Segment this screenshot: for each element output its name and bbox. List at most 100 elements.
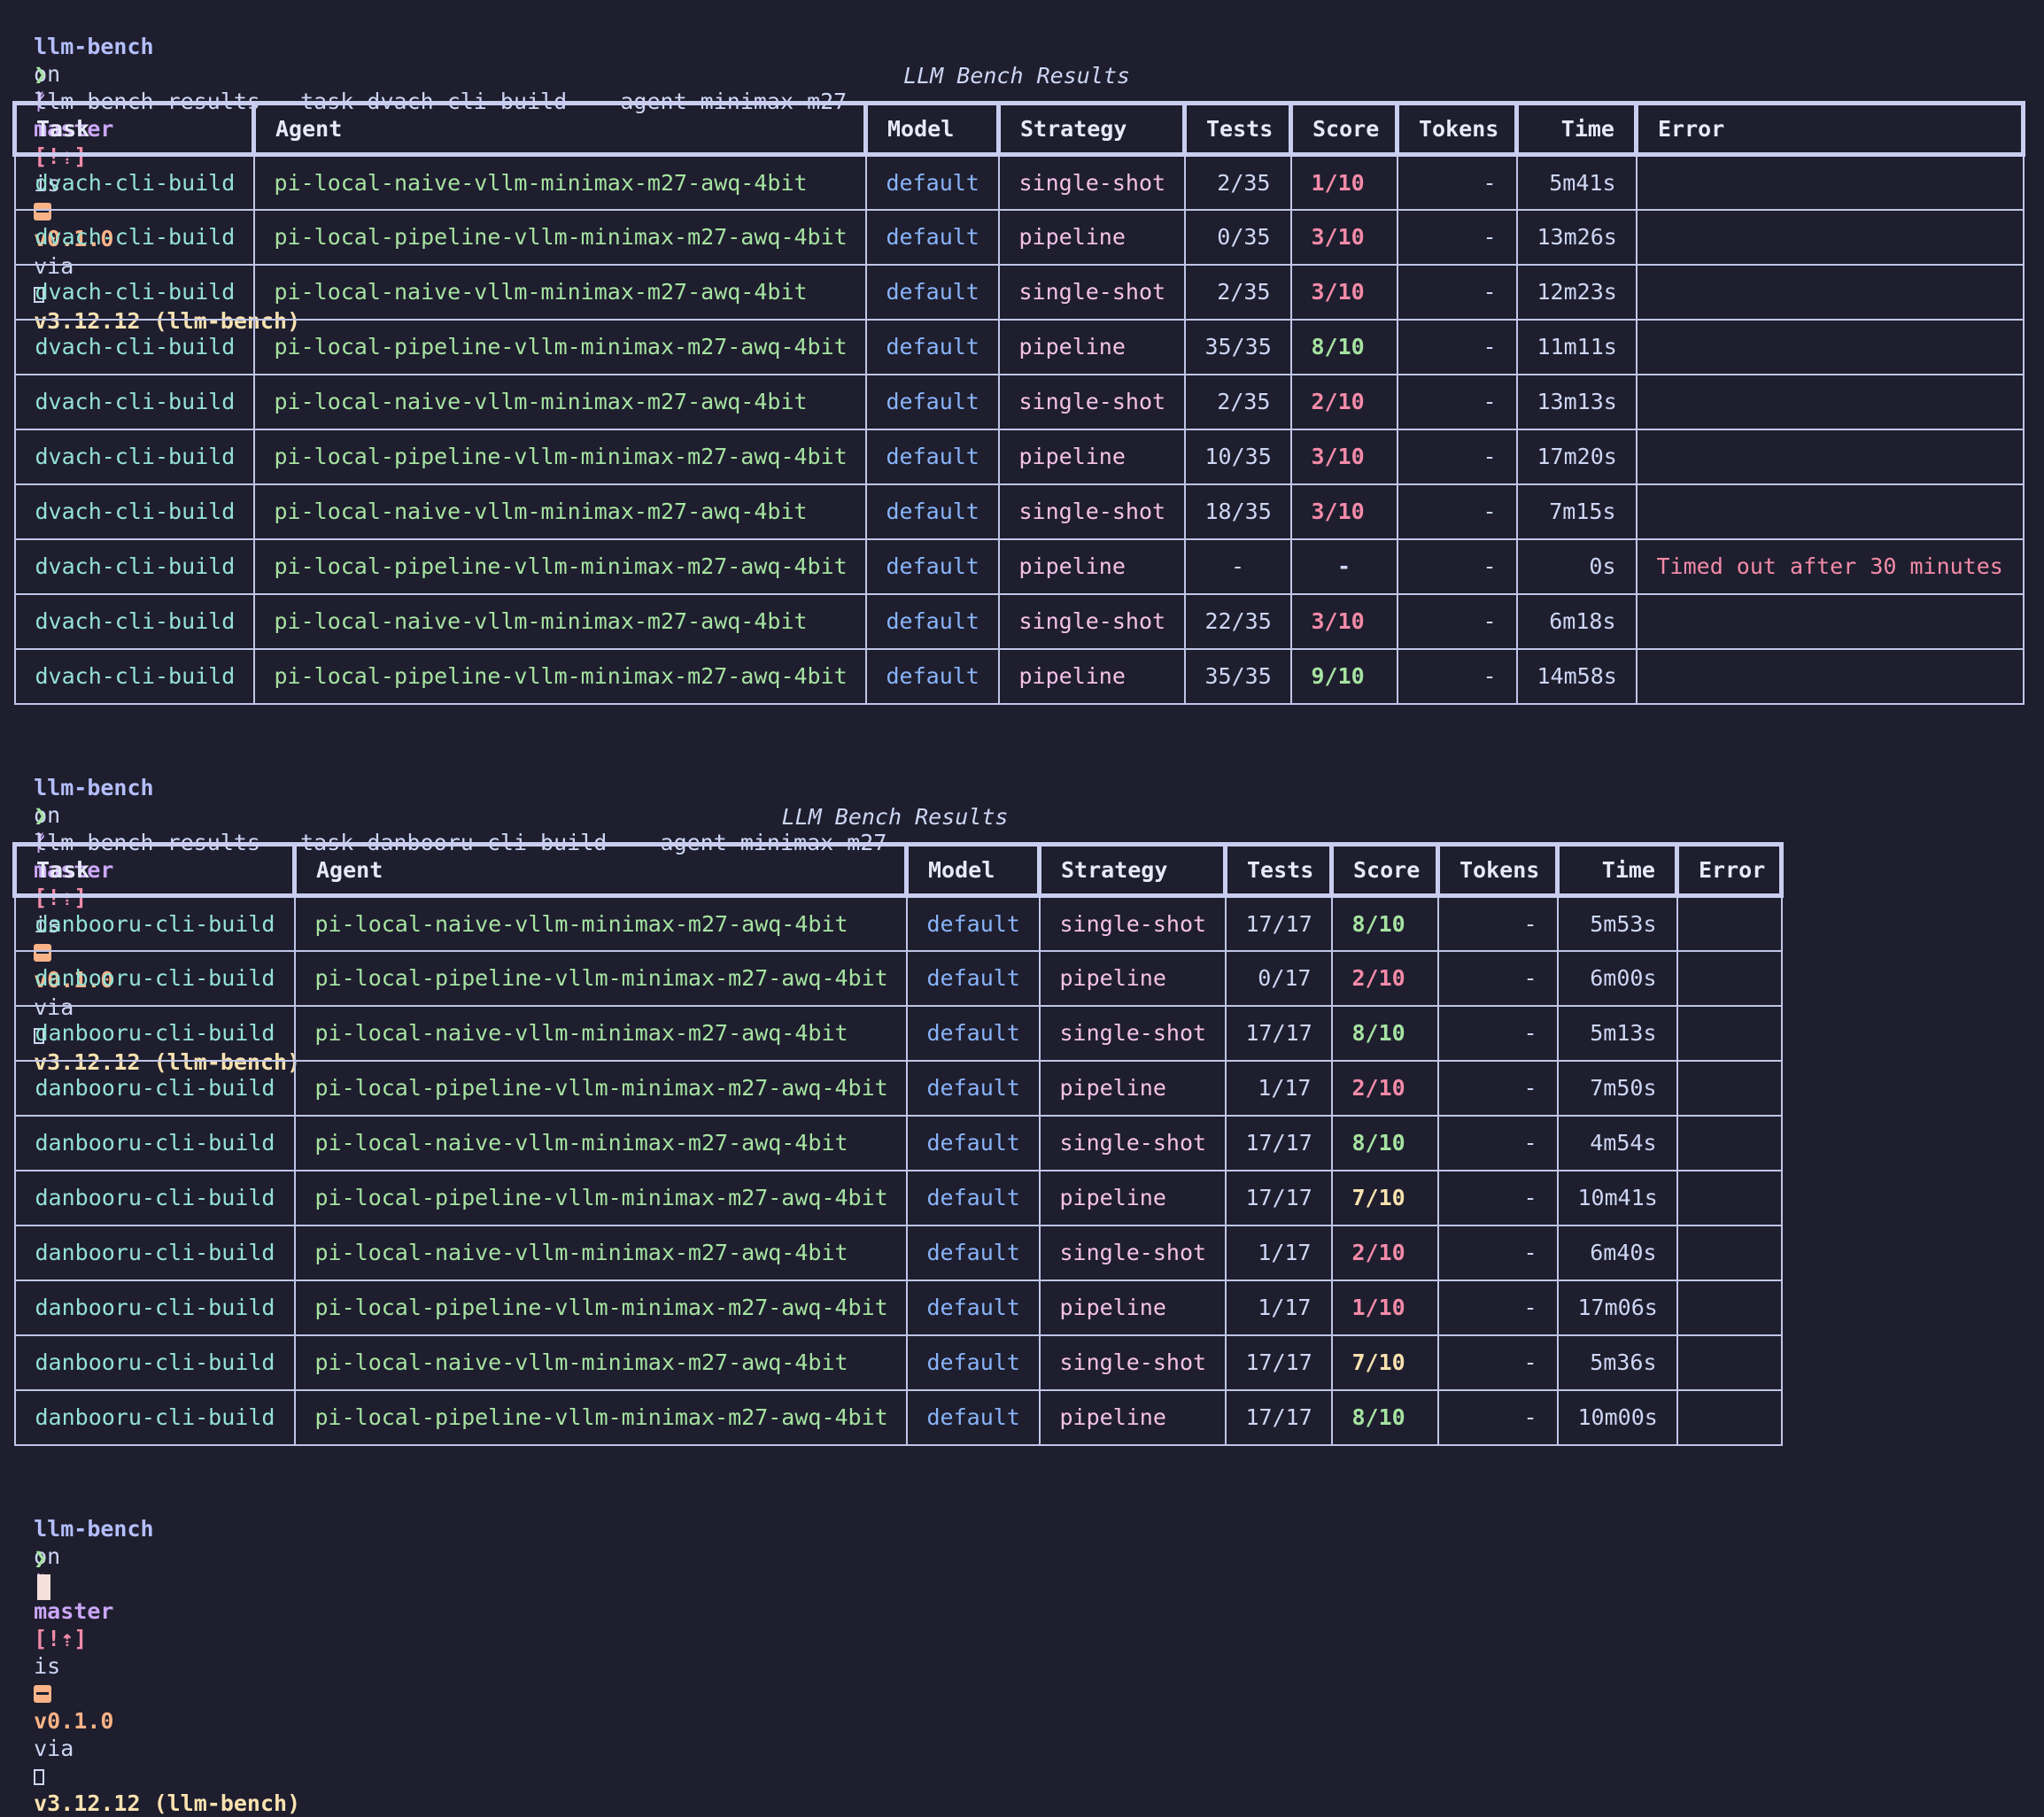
tests-cell: 22/35: [1183, 592, 1292, 650]
header-task[interactable]: Task: [12, 101, 256, 157]
agent-cell: pi-local-naive-vllm-minimax-m27-awq-4bit: [252, 483, 867, 540]
agent-cell: pi-local-pipeline-vllm-minimax-m27-awq-4…: [252, 647, 867, 705]
score-cell: 8/10: [1330, 894, 1439, 952]
error-cell: [1676, 949, 1783, 1007]
model-cell: default: [905, 1004, 1041, 1062]
table-row: dvach-cli-build pi-local-naive-vllm-minim…: [13, 483, 2025, 540]
header-agent[interactable]: Agent: [292, 842, 909, 898]
table-row: dvach-cli-build pi-local-naive-vllm-minim…: [13, 373, 2025, 430]
strategy-cell: pipeline: [1038, 1169, 1227, 1226]
tests-cell: 17/17: [1224, 1004, 1333, 1062]
shell-prompt-line: llm-bench on ᚠ master [!⇡] is v0.1.0 via…: [7, 1488, 300, 1816]
score-cell: 8/10: [1330, 1004, 1439, 1062]
strategy-cell: single-shot: [1038, 1334, 1227, 1391]
input-line[interactable]: ❯: [7, 1517, 51, 1600]
table-row: dvach-cli-build pi-local-naive-vllm-minim…: [13, 263, 2025, 321]
header-error[interactable]: Error: [1675, 842, 1784, 898]
header-error[interactable]: Error: [1634, 101, 2025, 157]
model-cell: default: [905, 894, 1041, 952]
header-score[interactable]: Score: [1329, 842, 1440, 898]
model-cell: default: [905, 1388, 1041, 1446]
score-cell: 3/10: [1289, 592, 1398, 650]
strategy-cell: pipeline: [1038, 1388, 1227, 1446]
task-cell: danbooru-cli-build: [13, 1059, 296, 1117]
time-cell: 5m53s: [1556, 894, 1678, 952]
strategy-cell: pipeline: [997, 208, 1186, 266]
header-tests[interactable]: Tests: [1182, 101, 1293, 157]
model-cell: default: [905, 1279, 1041, 1336]
error-cell: [1676, 1224, 1783, 1281]
score-cell: 1/10: [1330, 1279, 1439, 1336]
table-row: danbooru-cli-build pi-local-naive-vllm-mi…: [13, 894, 1783, 952]
agent-cell: pi-local-pipeline-vllm-minimax-m27-awq-4…: [293, 1059, 908, 1117]
header-task[interactable]: Task: [12, 842, 297, 898]
time-cell: 10m00s: [1556, 1388, 1678, 1446]
error-cell: [1635, 208, 2025, 266]
table-body: danbooru-cli-build pi-local-naive-vllm-mi…: [13, 894, 1783, 1446]
header-time[interactable]: Time: [1555, 842, 1679, 898]
task-cell: dvach-cli-build: [13, 318, 255, 375]
table-row: dvach-cli-build pi-local-naive-vllm-minim…: [13, 153, 2025, 211]
time-cell: 17m20s: [1515, 428, 1638, 485]
python-icon: [34, 1769, 45, 1785]
header-score[interactable]: Score: [1289, 101, 1399, 157]
time-cell: 17m06s: [1556, 1279, 1678, 1336]
header-strategy[interactable]: Strategy: [1037, 842, 1227, 898]
header-model[interactable]: Model: [904, 842, 1041, 898]
score-cell: 8/10: [1330, 1114, 1439, 1171]
prompt-branch: master: [34, 1598, 114, 1624]
time-cell: 7m15s: [1515, 483, 1638, 540]
agent-cell: pi-local-pipeline-vllm-minimax-m27-awq-4…: [293, 1388, 908, 1446]
header-tests[interactable]: Tests: [1223, 842, 1334, 898]
tokens-cell: -: [1436, 1059, 1559, 1117]
tests-cell: 1/17: [1224, 1059, 1333, 1117]
error-cell: [1635, 263, 2025, 321]
tokens-cell: -: [1396, 318, 1518, 375]
task-cell: dvach-cli-build: [13, 647, 255, 705]
agent-cell: pi-local-pipeline-vllm-minimax-m27-awq-4…: [293, 949, 908, 1007]
score-cell: 3/10: [1289, 263, 1398, 321]
header-strategy[interactable]: Strategy: [996, 101, 1187, 157]
score-cell: 8/10: [1330, 1388, 1439, 1446]
model-cell: default: [864, 263, 1000, 321]
prompt-version: v0.1.0: [34, 1708, 114, 1734]
header-model[interactable]: Model: [863, 101, 1001, 157]
task-cell: danbooru-cli-build: [13, 1334, 296, 1391]
table-row: danbooru-cli-build pi-local-pipeline-vllm…: [13, 1388, 1783, 1446]
prompt-python: v3.12.12 (llm-bench): [34, 1790, 301, 1816]
header-time[interactable]: Time: [1514, 101, 1638, 157]
strategy-cell: pipeline: [1038, 1279, 1227, 1336]
task-cell: dvach-cli-build: [13, 537, 255, 595]
model-cell: default: [905, 949, 1041, 1007]
prompt-arrow: ❯: [34, 1545, 48, 1571]
prompt-is: is: [34, 1653, 61, 1679]
strategy-cell: single-shot: [997, 153, 1186, 211]
task-cell: danbooru-cli-build: [13, 1114, 296, 1171]
shell-prompt-line: llm-bench on ᚠ master [!⇡] is v0.1.0 via…: [7, 746, 300, 1075]
score-cell: 3/10: [1289, 208, 1398, 266]
tests-cell: 1/17: [1224, 1279, 1333, 1336]
model-cell: default: [905, 1059, 1041, 1117]
header-tokens[interactable]: Tokens: [1395, 101, 1519, 157]
tokens-cell: -: [1436, 1279, 1559, 1336]
terminal-cursor[interactable]: [37, 1573, 51, 1600]
table-body: dvach-cli-build pi-local-naive-vllm-minim…: [13, 153, 2025, 705]
time-cell: 6m40s: [1556, 1224, 1678, 1281]
error-cell: [1676, 1169, 1783, 1226]
command-line: ❯ llm-bench results --task danbooru-cli-…: [7, 774, 887, 855]
tokens-cell: -: [1436, 894, 1559, 952]
error-cell: [1676, 894, 1783, 952]
tokens-cell: -: [1396, 428, 1518, 485]
agent-cell: pi-local-pipeline-vllm-minimax-m27-awq-4…: [252, 537, 867, 595]
score-cell: 2/10: [1330, 1059, 1439, 1117]
error-cell: [1676, 1114, 1783, 1171]
tokens-cell: -: [1396, 537, 1518, 595]
model-cell: default: [864, 537, 1000, 595]
error-cell: [1676, 1388, 1783, 1446]
tests-cell: 0/17: [1224, 949, 1333, 1007]
header-agent[interactable]: Agent: [252, 101, 868, 157]
task-cell: danbooru-cli-build: [13, 1279, 296, 1336]
header-tokens[interactable]: Tokens: [1436, 842, 1560, 898]
time-cell: 4m54s: [1556, 1114, 1678, 1171]
tokens-cell: -: [1436, 1224, 1559, 1281]
